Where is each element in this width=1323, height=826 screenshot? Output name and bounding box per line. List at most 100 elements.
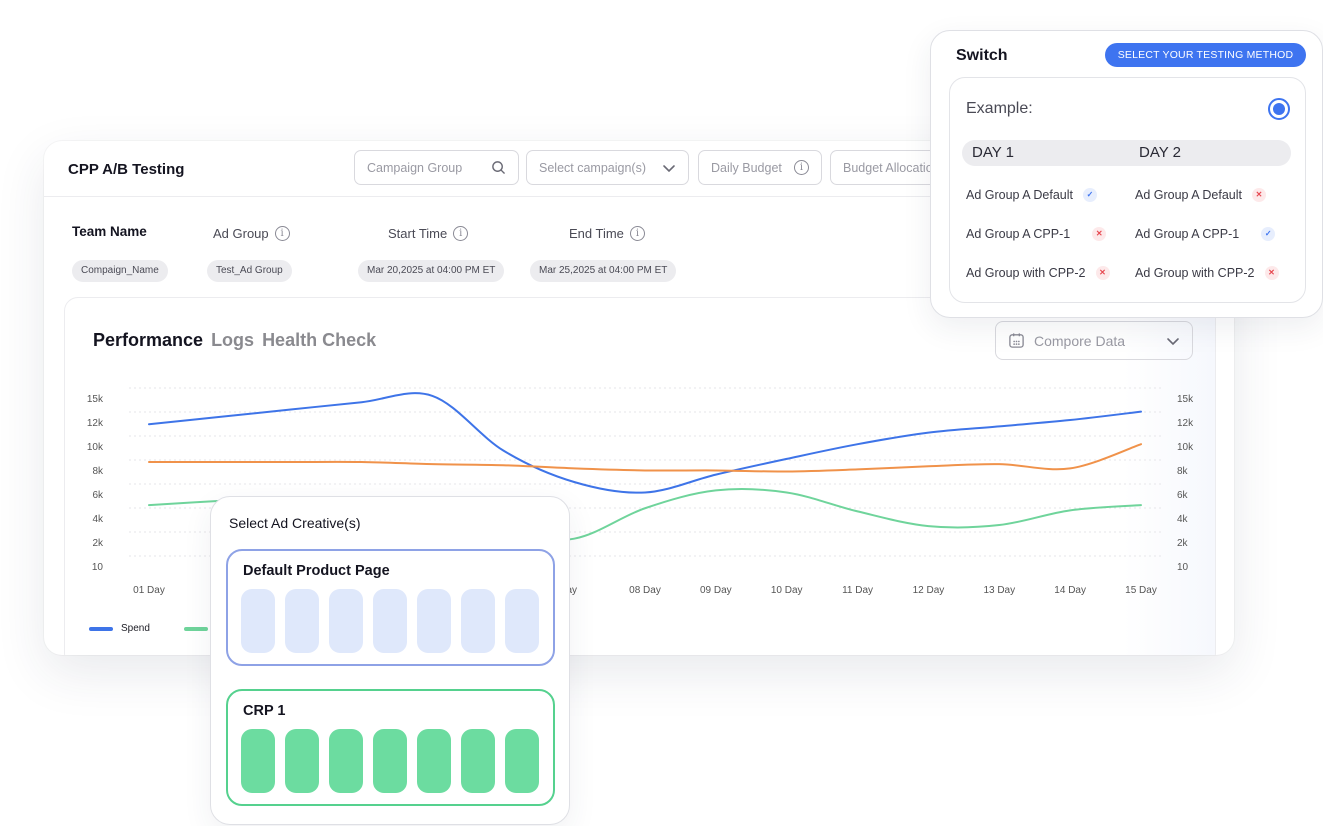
screenshot-tile: [285, 589, 319, 653]
campaign-group-placeholder: Campaign Group: [367, 160, 463, 175]
default-product-page-option[interactable]: Default Product Page: [226, 549, 555, 666]
select-testing-method-button[interactable]: SELECT YOUR TESTING METHOD: [1105, 43, 1306, 67]
y-tick-label: 12k: [87, 418, 104, 429]
budget-allocation-placeholder: Budget Allocatio: [843, 160, 933, 175]
series-line-series-2: [148, 443, 1142, 473]
creative-card-title: Select Ad Creative(s): [229, 515, 361, 531]
right-y-tick-label: 12k: [1177, 418, 1194, 429]
screenshot-tile: [417, 589, 451, 653]
y-tick-label: 8k: [92, 466, 104, 477]
tab-health-check[interactable]: Health Check: [262, 330, 376, 351]
start-time-chip: Mar 20,2025 at 04:00 PM ET: [358, 260, 505, 282]
x-tick-label: 08 Day: [629, 585, 661, 596]
end-time-chip: Mar 25,2025 at 04:00 PM ET: [530, 260, 677, 282]
series-line-spend: [148, 392, 1142, 494]
right-y-tick-label: 4k: [1177, 514, 1189, 525]
variant-name: CRP 1: [243, 703, 286, 719]
daily-budget-placeholder: Daily Budget: [711, 160, 782, 175]
legend-swatch-green: [183, 626, 208, 631]
screenshot-tile: [505, 729, 539, 793]
info-icon[interactable]: i: [629, 226, 645, 241]
right-y-tick-label: 10k: [1177, 442, 1194, 453]
campaign-select-placeholder: Select campaign(s): [539, 160, 646, 175]
tab-logs[interactable]: Logs: [211, 330, 254, 351]
x-tick-label: 15 Day: [1125, 585, 1157, 596]
campaign-select[interactable]: Select campaign(s): [526, 150, 689, 185]
right-y-tick-label: 10: [1177, 562, 1189, 573]
day1-ad-group: Ad Group with CPP-2 ✕: [966, 266, 1110, 280]
screenshot-tile: [461, 589, 495, 653]
day2-header: DAY 2: [1139, 144, 1181, 161]
screenshot-tiles: [241, 589, 539, 653]
screenshot-tile: [285, 729, 319, 793]
screenshot-tile: [329, 589, 363, 653]
screenshot-tile: [329, 729, 363, 793]
day2-ad-group: Ad Group with CPP-2 ✕: [1135, 266, 1279, 280]
start-time-label: Start Time i: [388, 226, 469, 241]
right-y-tick-label: 8k: [1177, 466, 1189, 477]
screenshot-tile: [417, 729, 451, 793]
tab-performance[interactable]: Performance: [93, 330, 203, 351]
x-tick-label: 11 Day: [842, 585, 873, 596]
ad-group-label: Ad Group i: [213, 226, 290, 241]
x-tick-label: 09 Day: [700, 585, 732, 596]
chevron-down-icon: [663, 164, 675, 172]
cross-icon: ✕: [1252, 188, 1267, 202]
switch-title: Switch: [956, 47, 1008, 64]
compare-data-label: Compore Data: [1034, 332, 1126, 349]
example-label: Example:: [966, 100, 1033, 117]
y-tick-label: 10: [92, 562, 104, 573]
right-y-tick-label: 6k: [1177, 490, 1189, 501]
cross-icon: ✕: [1092, 227, 1107, 241]
y-tick-label: 6k: [92, 490, 104, 501]
right-y-tick-label: 2k: [1177, 538, 1189, 549]
check-icon: ✓: [1261, 227, 1276, 241]
chevron-down-icon: [1167, 337, 1179, 345]
compare-data-select[interactable]: Compore Data: [995, 321, 1193, 360]
y-tick-label: 10k: [87, 442, 104, 453]
example-box: Example: DAY 1 DAY 2 Ad Group A Default ✓…: [949, 77, 1306, 303]
check-icon: ✓: [1083, 188, 1098, 202]
x-tick-label: 12 Day: [913, 585, 945, 596]
team-name-label: Team Name: [72, 224, 147, 239]
info-icon[interactable]: i: [274, 226, 290, 241]
cross-icon: ✕: [1264, 266, 1279, 280]
screenshot-tile: [505, 589, 539, 653]
screenshot-tile: [241, 729, 275, 793]
legend-label-spend: Spend: [121, 623, 150, 634]
y-tick-label: 4k: [92, 514, 104, 525]
day1-header: DAY 1: [972, 144, 1014, 161]
y-tick-label: 2k: [92, 538, 104, 549]
cross-icon: ✕: [1095, 266, 1110, 280]
y-tick-label: 15k: [87, 394, 104, 405]
campaign-group-search[interactable]: Campaign Group: [354, 150, 519, 185]
variant-name: Default Product Page: [243, 563, 390, 579]
screenshot-tile: [373, 729, 407, 793]
calendar-icon: [1009, 333, 1024, 348]
daily-budget-field[interactable]: Daily Budget i: [698, 150, 822, 185]
screenshot-tile: [461, 729, 495, 793]
x-tick-label: 10 Day: [771, 585, 803, 596]
select-ad-creative-card: Select Ad Creative(s) Default Product Pa…: [210, 496, 570, 825]
day1-ad-group: Ad Group A Default ✓: [966, 188, 1098, 202]
day-header-bar: DAY 1 DAY 2: [962, 140, 1291, 166]
chart-legend: Spend: [89, 623, 208, 634]
day2-ad-group: Ad Group A Default ✕: [1135, 188, 1267, 202]
info-icon[interactable]: i: [453, 226, 469, 241]
example-radio[interactable]: [1268, 98, 1290, 120]
switch-card: Switch SELECT YOUR TESTING METHOD Exampl…: [930, 30, 1323, 318]
day1-ad-group: Ad Group A CPP-1 ✕: [966, 227, 1107, 241]
crp-1-option[interactable]: CRP 1: [226, 689, 555, 806]
info-icon[interactable]: i: [794, 160, 809, 175]
day2-ad-group: Ad Group A CPP-1 ✓: [1135, 227, 1276, 241]
team-name-chip: Compaign_Name: [72, 260, 168, 282]
search-icon: [492, 161, 505, 174]
screenshot-tiles: [241, 729, 539, 793]
x-tick-label: 13 Day: [983, 585, 1015, 596]
x-tick-label: 01 Day: [133, 585, 165, 596]
page-title: CPP A/B Testing: [68, 161, 185, 178]
screenshot-tile: [373, 589, 407, 653]
legend-swatch-spend: [89, 626, 113, 631]
end-time-label: End Time i: [569, 226, 645, 241]
performance-tabs: Performance Logs Health Check: [93, 330, 376, 351]
